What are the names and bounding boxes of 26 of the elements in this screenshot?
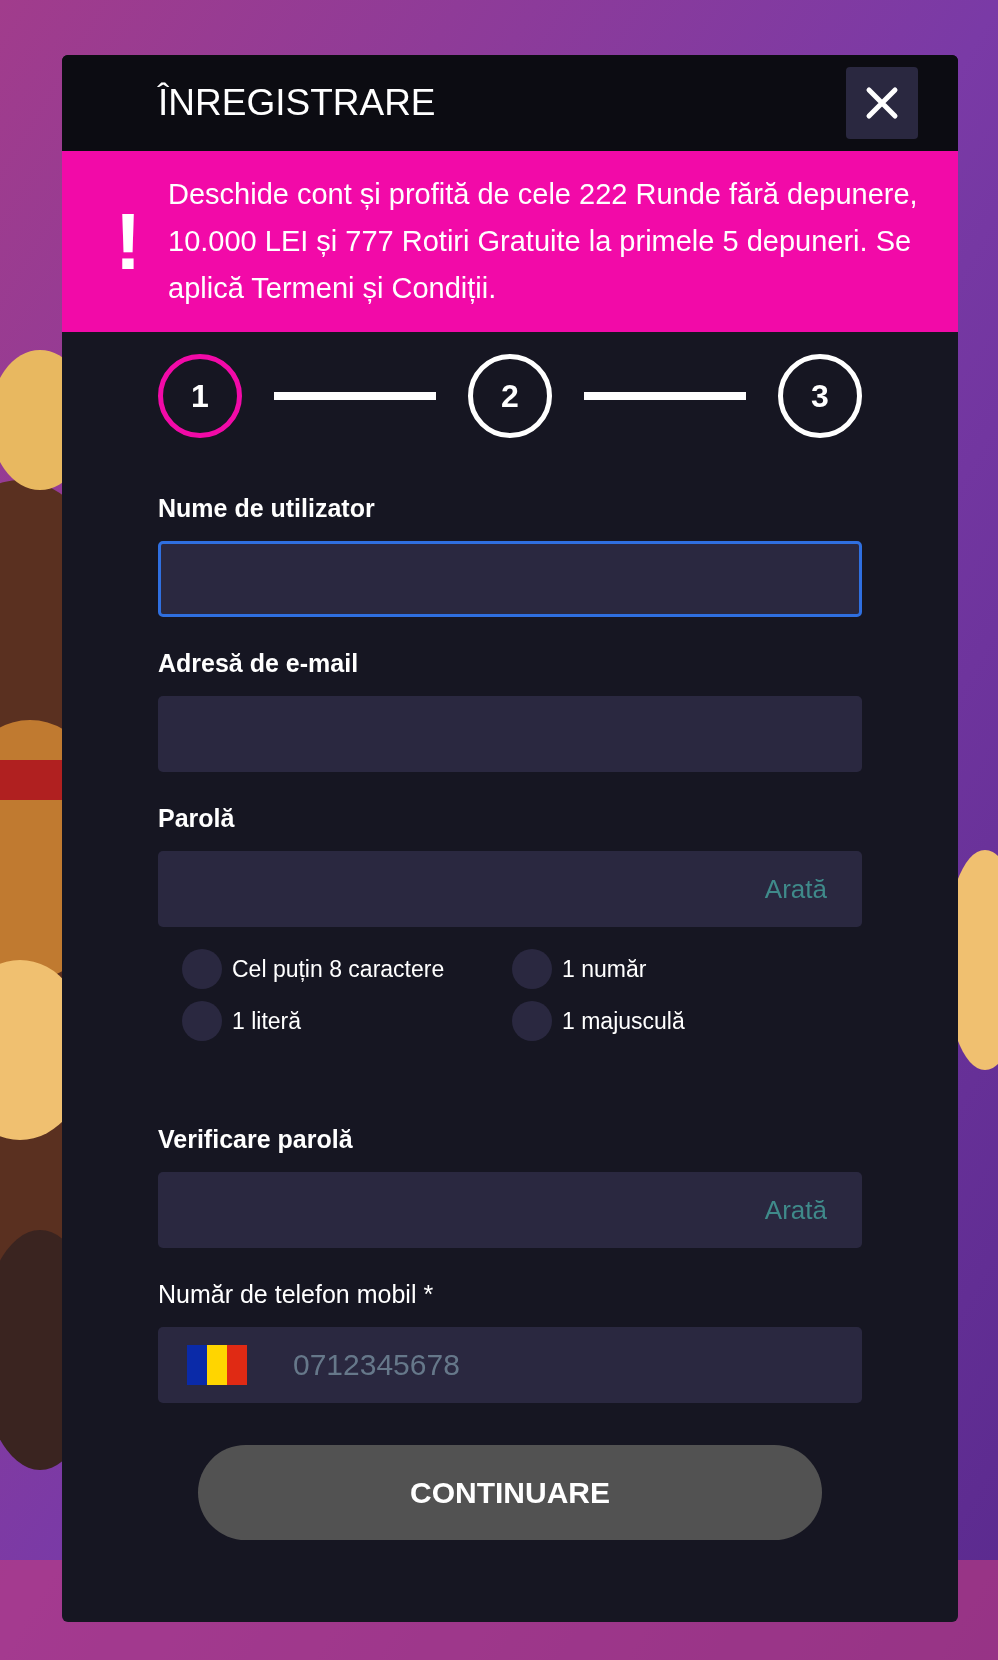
flag-icon (185, 1345, 249, 1385)
warning-icon: ! (112, 195, 144, 288)
show-password-button[interactable]: Arată (764, 873, 827, 905)
requirement-label: 1 literă (232, 1007, 302, 1035)
close-button[interactable] (846, 67, 918, 139)
dialog-title: ÎNREGISTRARE (158, 82, 436, 124)
step-indicator: 3 (778, 354, 862, 438)
field-label: Parolă (158, 804, 236, 833)
promo-text: Deschide cont și profită de cele 222 Runde fără depunere, 10.000 LEI și 777 Rotiri Gratuite la primele 5 depuneri. Se aplică Termeni și Condiții. (168, 177, 919, 306)
field-label: Nume de utilizator (158, 494, 376, 523)
field-label: Adresă de e-mail (158, 649, 360, 678)
requirement-label: 1 majusculă (562, 1007, 685, 1035)
phone-field[interactable]: 0712345678 (158, 1327, 862, 1403)
text-field[interactable] (158, 541, 862, 617)
field-label: Număr de telefon mobil * (158, 1280, 435, 1309)
step-indicator: 1 (158, 354, 242, 438)
show-password-button[interactable]: Arată (764, 1194, 827, 1226)
requirement-label: 1 număr (562, 955, 647, 983)
field-label: Verificare parolă (158, 1125, 354, 1154)
password-field[interactable]: Arată (158, 851, 862, 927)
step-indicator: 2 (468, 354, 552, 438)
password-field[interactable]: Arată (158, 1172, 862, 1248)
close-icon (865, 86, 899, 120)
text-field[interactable] (158, 696, 862, 772)
requirement-label: Cel puțin 8 caractere (232, 955, 445, 983)
phone-input[interactable]: 0712345678 (291, 1347, 827, 1383)
